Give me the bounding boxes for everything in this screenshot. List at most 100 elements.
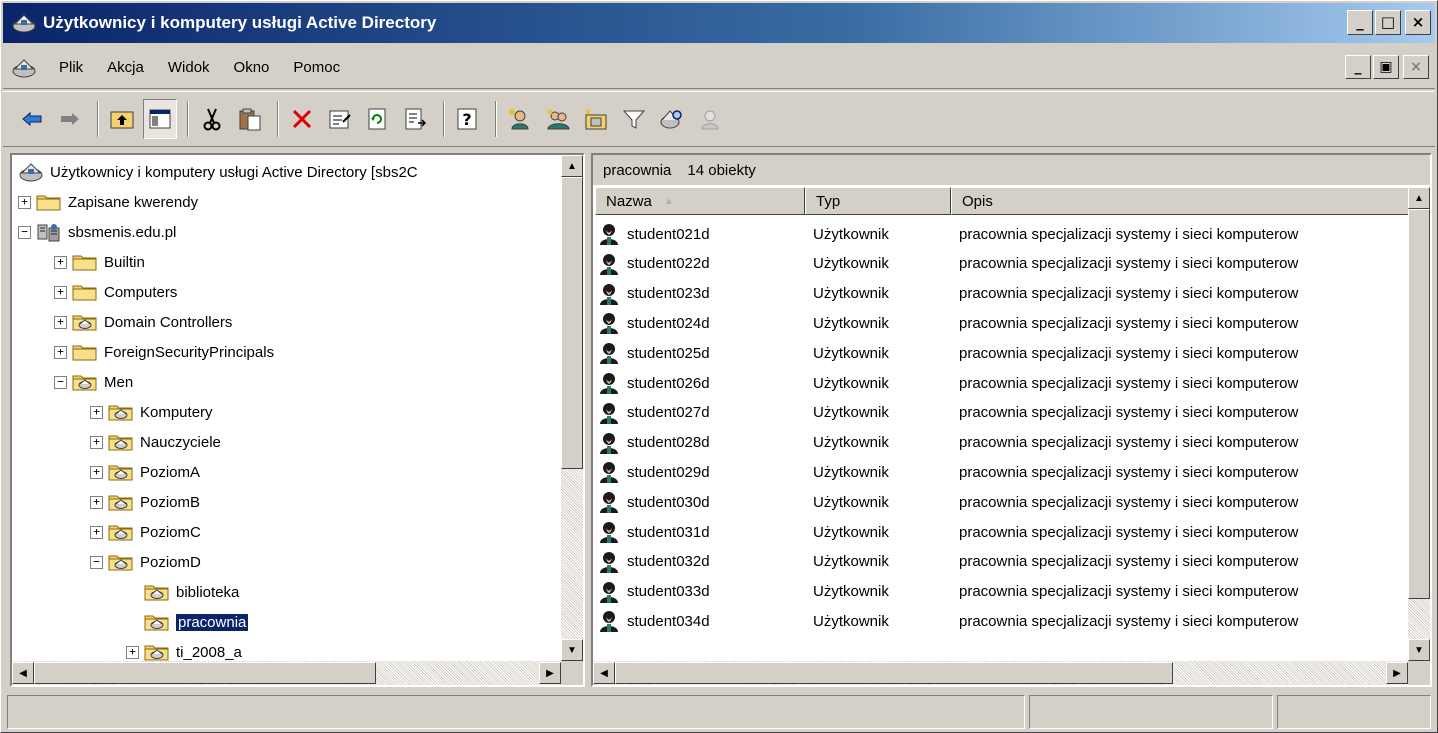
- expand-icon[interactable]: +: [54, 285, 67, 299]
- list-scroll-thumb[interactable]: [1408, 209, 1430, 599]
- menu-akcja[interactable]: Akcja: [95, 59, 156, 76]
- list-item[interactable]: student025d Użytkownik pracownia specjaliz…: [597, 338, 1413, 368]
- tree-node[interactable]: pracownia: [126, 607, 250, 637]
- list-scroll-left-button[interactable]: ◀: [593, 662, 615, 684]
- ou-icon: [108, 552, 134, 572]
- close-button[interactable]: ×: [1405, 10, 1431, 35]
- tree-node[interactable]: + ForeignSecurityPrincipals: [54, 337, 274, 367]
- delete-button[interactable]: [285, 99, 319, 139]
- console-tree-pane[interactable]: Użytkownicy i komputery usługi Active Di…: [10, 153, 585, 687]
- details-pane[interactable]: pracownia 14 obiekty Nazwa ▲ Typ Opis st…: [591, 153, 1432, 687]
- scroll-down-button[interactable]: ▼: [561, 639, 583, 661]
- list-horizontal-scrollbar[interactable]: ◀ ▶: [593, 661, 1408, 685]
- collapse-icon[interactable]: −: [90, 555, 103, 569]
- scroll-right-button[interactable]: ▶: [539, 662, 561, 684]
- list-item[interactable]: student029d Użytkownik pracownia specjaliz…: [597, 457, 1413, 487]
- tree-node[interactable]: biblioteka: [126, 577, 239, 607]
- expand-icon[interactable]: +: [90, 525, 103, 539]
- list-scroll-down-button[interactable]: ▼: [1408, 639, 1430, 661]
- tree-hscroll-thumb[interactable]: [34, 662, 376, 684]
- child-close-button[interactable]: ×: [1403, 55, 1429, 79]
- list-item[interactable]: student024d Użytkownik pracownia specjaliz…: [597, 308, 1413, 338]
- list-item[interactable]: student028d Użytkownik pracownia specjaliz…: [597, 428, 1413, 458]
- new-ou-button[interactable]: [579, 99, 613, 139]
- tree-node[interactable]: + Zapisane kwerendy: [18, 187, 198, 217]
- add-to-group-button[interactable]: [693, 99, 727, 139]
- expand-icon[interactable]: +: [54, 315, 67, 329]
- tree-node[interactable]: + Komputery: [90, 397, 213, 427]
- help-button[interactable]: ?: [451, 99, 485, 139]
- menu-widok[interactable]: Widok: [156, 59, 222, 76]
- column-header-description[interactable]: Opis: [951, 187, 1411, 215]
- list-vertical-scrollbar[interactable]: ▲ ▼: [1408, 187, 1430, 661]
- tree-node[interactable]: + PoziomB: [90, 487, 200, 517]
- properties-button[interactable]: [323, 99, 357, 139]
- list-item[interactable]: student027d Użytkownik pracownia specjaliz…: [597, 398, 1413, 428]
- list-scroll-up-button[interactable]: ▲: [1408, 187, 1430, 209]
- list-item[interactable]: student030d Użytkownik pracownia specjaliz…: [597, 487, 1413, 517]
- tree-node[interactable]: − PoziomD: [90, 547, 201, 577]
- show-hide-tree-icon: [149, 109, 171, 129]
- menu-okno[interactable]: Okno: [222, 59, 282, 76]
- expand-icon[interactable]: +: [90, 435, 103, 449]
- export-list-button[interactable]: [399, 99, 433, 139]
- child-restore-button[interactable]: ▣: [1373, 55, 1399, 79]
- paste-button[interactable]: [233, 99, 267, 139]
- user-name: student023d: [627, 285, 710, 303]
- collapse-icon[interactable]: −: [54, 375, 67, 389]
- tree-scroll-thumb[interactable]: [561, 177, 583, 469]
- new-user-button[interactable]: [503, 99, 537, 139]
- cut-button[interactable]: [195, 99, 229, 139]
- tree-node[interactable]: + Computers: [54, 277, 177, 307]
- find-button[interactable]: [655, 99, 689, 139]
- child-minimize-button[interactable]: _: [1345, 55, 1371, 79]
- show-hide-console-tree-button[interactable]: [143, 99, 177, 139]
- tree-horizontal-scrollbar[interactable]: ◀ ▶: [12, 661, 561, 685]
- column-header-type[interactable]: Typ: [805, 187, 951, 215]
- forward-button[interactable]: [53, 99, 87, 139]
- tree-vertical-scrollbar[interactable]: ▲ ▼: [561, 155, 583, 661]
- menu-plik[interactable]: Plik: [47, 59, 95, 76]
- list-item[interactable]: student034d Użytkownik pracownia specjaliz…: [597, 606, 1413, 636]
- up-one-level-button[interactable]: [105, 99, 139, 139]
- expand-icon[interactable]: +: [90, 465, 103, 479]
- mmc-document-icon[interactable]: [9, 53, 39, 83]
- column-header-name[interactable]: Nazwa ▲: [595, 187, 805, 215]
- list-item[interactable]: student031d Użytkownik pracownia specjaliz…: [597, 517, 1413, 547]
- list-item[interactable]: student022d Użytkownik pracownia specjaliz…: [597, 249, 1413, 279]
- list-item[interactable]: student032d Użytkownik pracownia specjaliz…: [597, 547, 1413, 577]
- new-group-button[interactable]: [541, 99, 575, 139]
- tree-node-label: ForeignSecurityPrincipals: [104, 343, 275, 361]
- tree-node[interactable]: + Nauczyciele: [90, 427, 221, 457]
- tree-node[interactable]: + Domain Controllers: [54, 307, 232, 337]
- tree-node[interactable]: − sbsmenis.edu.pl: [18, 217, 176, 247]
- refresh-button[interactable]: [361, 99, 395, 139]
- filter-button[interactable]: [617, 99, 651, 139]
- expand-icon[interactable]: +: [126, 645, 139, 659]
- tree-node[interactable]: + PoziomC: [90, 517, 201, 547]
- tree-node[interactable]: − Men: [54, 367, 133, 397]
- maximize-button[interactable]: □: [1375, 10, 1401, 35]
- list-hscroll-thumb[interactable]: [615, 662, 1173, 684]
- tree-node[interactable]: + PoziomA: [90, 457, 200, 487]
- list-item[interactable]: student023d Użytkownik pracownia specjaliz…: [597, 279, 1413, 309]
- expand-icon[interactable]: +: [54, 345, 67, 359]
- minimize-button[interactable]: _: [1347, 10, 1373, 35]
- tree-node[interactable]: Użytkownicy i komputery usługi Active Di…: [18, 157, 418, 187]
- tree-node[interactable]: + Builtin: [54, 247, 145, 277]
- collapse-icon[interactable]: −: [18, 225, 31, 239]
- list-item[interactable]: student021d Użytkownik pracownia specjaliz…: [597, 219, 1413, 249]
- list-scroll-right-button[interactable]: ▶: [1386, 662, 1408, 684]
- expand-icon[interactable]: +: [54, 255, 67, 269]
- title-bar[interactable]: Użytkownicy i komputery usługi Active Di…: [3, 3, 1435, 43]
- list-item[interactable]: student026d Użytkownik pracownia specjaliz…: [597, 368, 1413, 398]
- expand-icon[interactable]: +: [90, 495, 103, 509]
- scroll-left-button[interactable]: ◀: [12, 662, 34, 684]
- expand-icon[interactable]: +: [90, 405, 103, 419]
- menu-pomoc[interactable]: Pomoc: [281, 59, 352, 76]
- back-button[interactable]: [15, 99, 49, 139]
- expand-icon[interactable]: +: [18, 195, 31, 209]
- scroll-up-button[interactable]: ▲: [561, 155, 583, 177]
- list-item[interactable]: student033d Użytkownik pracownia specjaliz…: [597, 577, 1413, 607]
- list-cell-type: Użytkownik: [813, 404, 889, 422]
